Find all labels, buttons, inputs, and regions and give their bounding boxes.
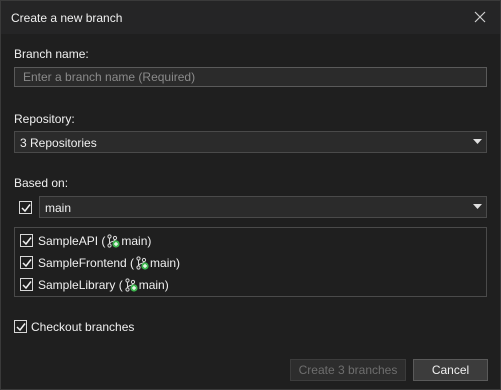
repository-dropdown[interactable]: 3 Repositories [14, 131, 487, 153]
repo-label: SampleAPI ( main) [38, 234, 151, 248]
dialog-title: Create a new branch [11, 11, 123, 25]
git-branch-icon [136, 256, 149, 270]
checkmark-icon [22, 281, 32, 290]
checkmark-icon [22, 259, 32, 268]
repo-branch: main) [121, 234, 152, 248]
title-bar: Create a new branch [1, 1, 500, 34]
based-on-dropdown[interactable]: main [39, 196, 487, 218]
create-branch-dialog: Create a new branch Branch name: Reposit… [0, 0, 501, 390]
repository-selected-value: 3 Repositories [20, 136, 97, 150]
repo-name: SampleLibrary ( [38, 278, 123, 292]
chevron-down-icon [473, 204, 482, 209]
based-on-checkbox[interactable] [19, 201, 32, 214]
git-branch-icon [125, 278, 138, 292]
repository-list: SampleAPI (main) SampleFrontend (main) S… [14, 227, 487, 297]
checkout-branches-checkbox[interactable] [14, 320, 27, 333]
repo-checkbox[interactable] [20, 256, 33, 269]
repo-name: SampleAPI ( [38, 234, 106, 248]
checkmark-icon [21, 204, 31, 213]
checkmark-icon [22, 237, 32, 246]
repository-label: Repository: [14, 112, 75, 126]
checkmark-icon [16, 323, 26, 332]
based-on-selected-value: main [45, 201, 72, 215]
git-branch-icon [107, 234, 120, 248]
repo-checkbox[interactable] [20, 234, 33, 247]
repo-checkbox[interactable] [20, 278, 33, 291]
chevron-down-icon [473, 139, 482, 144]
based-on-label: Based on: [14, 176, 69, 190]
create-branches-button[interactable]: Create 3 branches [290, 359, 406, 381]
branch-name-input[interactable] [14, 67, 487, 87]
branch-name-label: Branch name: [14, 47, 89, 61]
repo-name: SampleFrontend ( [38, 256, 135, 270]
close-icon[interactable] [472, 9, 488, 25]
repo-label: SampleFrontend ( main) [38, 256, 180, 270]
repo-branch: main) [138, 278, 169, 292]
repo-branch: main) [150, 256, 181, 270]
repo-label: SampleLibrary ( main) [38, 278, 169, 292]
cancel-button[interactable]: Cancel [413, 359, 488, 381]
checkout-branches-label: Checkout branches [31, 320, 135, 334]
